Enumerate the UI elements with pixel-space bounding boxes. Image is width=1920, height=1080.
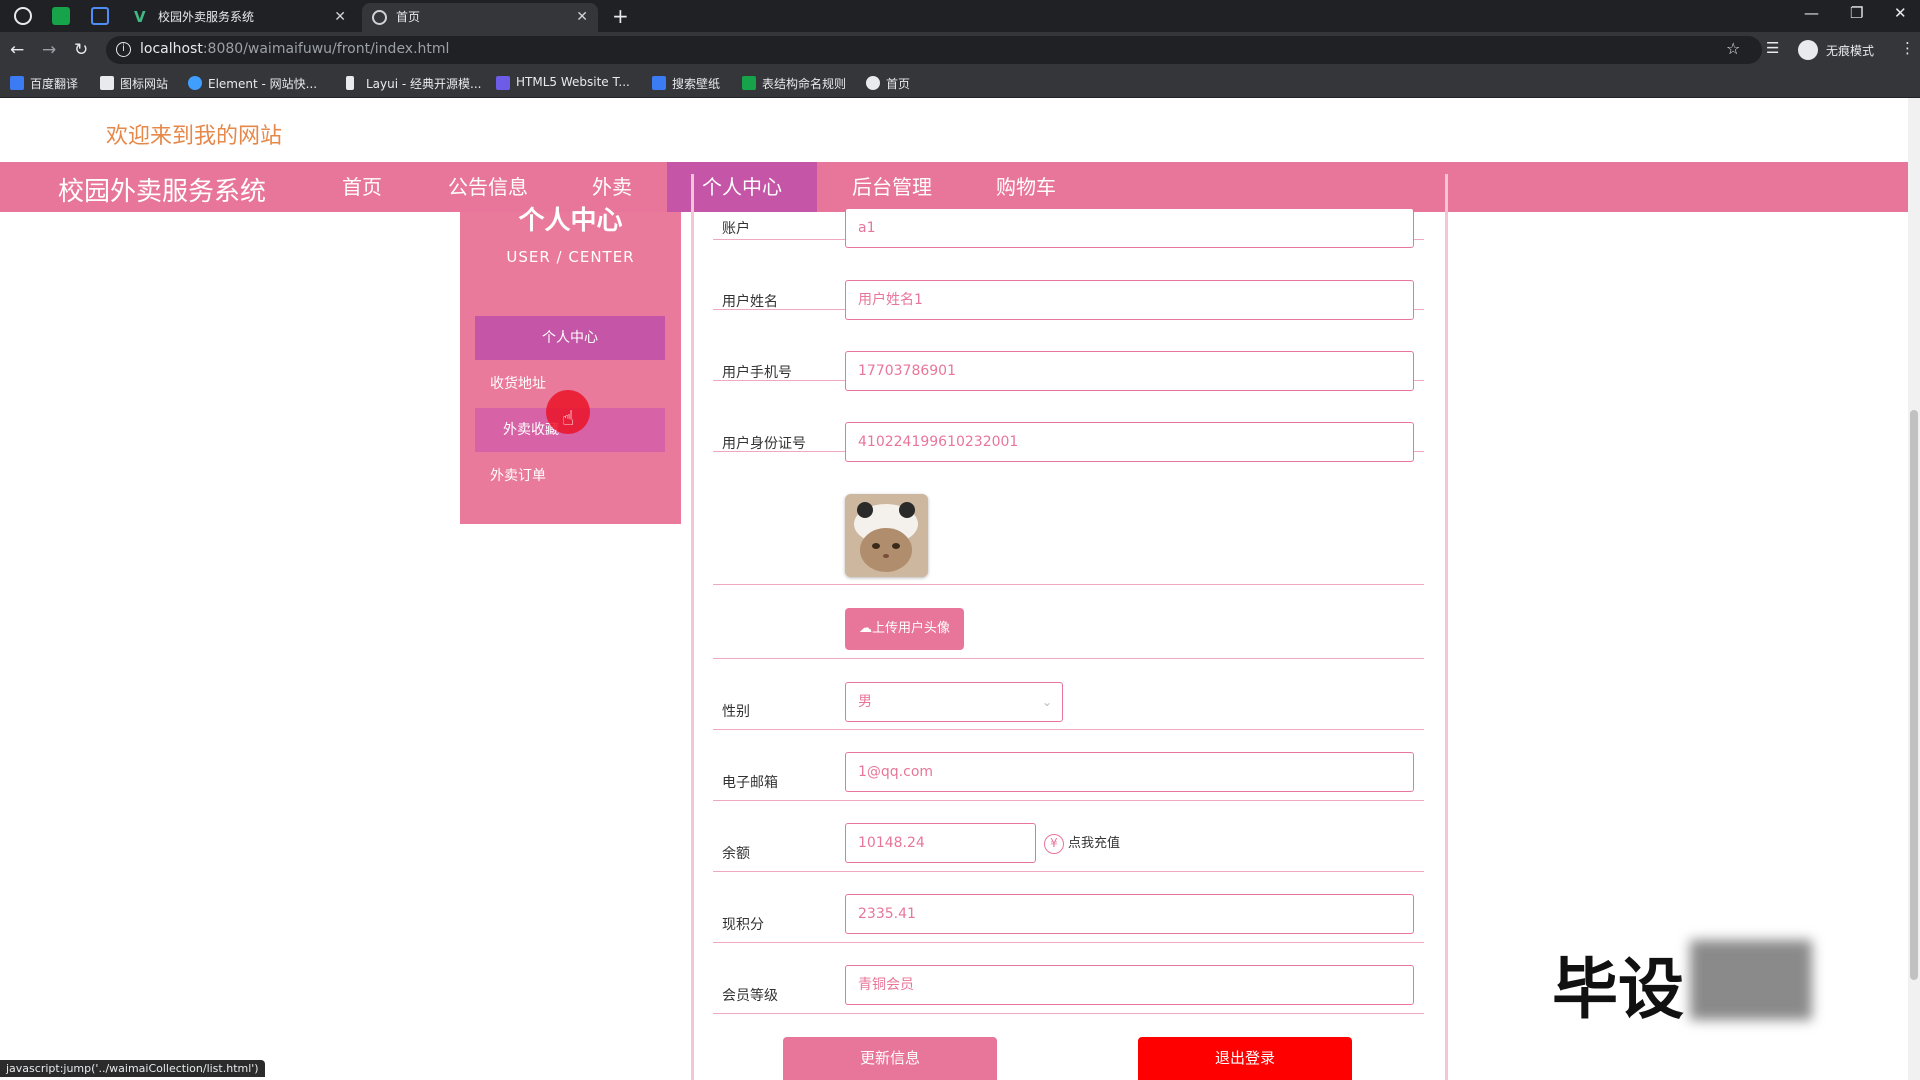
name-label: 用户姓名 xyxy=(722,294,778,310)
bookmark-item[interactable]: HTML5 Website T... xyxy=(496,75,630,90)
bookmark-item[interactable]: 表结构命名规则 xyxy=(742,75,846,92)
bookmark-item[interactable]: Layui - 经典开源模... xyxy=(346,75,481,92)
forward-icon[interactable]: → xyxy=(42,40,56,60)
flag-icon xyxy=(100,76,114,90)
tab-title: 首页 xyxy=(396,10,421,24)
translate-icon xyxy=(10,76,24,90)
sidebar-subtitle: USER / CENTER xyxy=(506,248,635,266)
points-label: 现积分 xyxy=(722,917,764,933)
bookmark-item[interactable]: 百度翻译 xyxy=(10,75,78,92)
table-icon xyxy=(742,76,756,90)
tab-home[interactable]: 首页 ✕ xyxy=(362,3,598,32)
browser-toolbar: ← → ↻ i localhost:8080/waimaifuwu/front/… xyxy=(0,32,1920,68)
email-field[interactable]: 1@qq.com xyxy=(845,752,1414,792)
restore-icon[interactable]: ❐ xyxy=(1850,4,1863,22)
upload-avatar-button[interactable]: ☁上传用户头像 xyxy=(845,608,964,650)
sidebar-item-user-center[interactable]: 个人中心 xyxy=(475,316,665,360)
reading-list-icon[interactable]: ☰ xyxy=(1766,39,1779,57)
html5-icon xyxy=(496,76,510,90)
level-label: 会员等级 xyxy=(722,988,778,1004)
balance-field[interactable]: 10148.24 xyxy=(845,823,1036,863)
user-avatar xyxy=(845,494,928,577)
phone-label: 用户手机号 xyxy=(722,365,792,381)
site-brand: 校园外卖服务系统 xyxy=(58,177,267,207)
bookmark-item[interactable]: 图标网站 xyxy=(100,75,168,92)
form-row-avatar xyxy=(713,452,1424,585)
layui-icon xyxy=(346,76,354,90)
bookmark-item[interactable]: 首页 xyxy=(866,75,910,92)
browser-status-bar: javascript:jump('../waimaiCollection/lis… xyxy=(0,1060,265,1077)
email-label: 电子邮箱 xyxy=(722,775,778,791)
incognito-icon xyxy=(1798,40,1818,60)
browser-tab-strip: V 校园外卖服务系统 ✕ 首页 ✕ + — ❐ ✕ xyxy=(0,0,1920,32)
logout-button[interactable]: 退出登录 xyxy=(1138,1037,1352,1080)
address-bar[interactable]: i localhost:8080/waimaifuwu/front/index.… xyxy=(106,36,1762,64)
user-center-sidebar: 个人中心 USER / CENTER 个人中心 收货地址 外卖收藏 外卖订单 xyxy=(460,206,681,524)
element-icon xyxy=(188,76,202,90)
hand-cursor-icon: ☝ xyxy=(562,406,575,430)
menu-icon[interactable]: ⋮ xyxy=(1900,39,1915,57)
globe-icon xyxy=(866,76,880,90)
close-icon[interactable]: ✕ xyxy=(334,3,346,32)
form-row-gender xyxy=(713,659,1424,730)
incognito-label[interactable]: 无痕模式 xyxy=(1826,42,1874,59)
recharge-link[interactable]: ¥ 点我充值 xyxy=(1044,832,1120,854)
reload-icon[interactable]: ↻ xyxy=(74,40,88,60)
bookmark-star-icon[interactable]: ☆ xyxy=(1726,39,1740,58)
gender-select[interactable]: 男 ⌄ xyxy=(845,682,1063,722)
idcard-label: 用户身份证号 xyxy=(722,436,806,452)
sidebar-item-orders[interactable]: 外卖订单 xyxy=(475,454,665,498)
welcome-text: 欢迎来到我的网站 xyxy=(106,124,283,149)
account-label: 账户 xyxy=(722,221,750,237)
tab-title: 校园外卖服务系统 xyxy=(158,10,255,24)
url-text: localhost:8080/waimaifuwu/front/index.ht… xyxy=(140,41,450,57)
chrome-icon[interactable] xyxy=(14,7,32,25)
chevron-down-icon: ⌄ xyxy=(1041,695,1052,709)
nav-home[interactable]: 首页 xyxy=(312,162,412,212)
gender-label: 性别 xyxy=(722,704,750,720)
sidebar-title: 个人中心 xyxy=(518,206,623,236)
balance-label: 余额 xyxy=(722,846,750,862)
tab-campus-system[interactable]: V 校园外卖服务系统 ✕ xyxy=(124,3,356,32)
globe-icon xyxy=(372,10,387,25)
bookmark-item[interactable]: Element - 网站快... xyxy=(188,75,317,92)
bookmark-item[interactable]: 搜索壁纸 xyxy=(652,75,720,92)
vue-icon: V xyxy=(134,8,146,26)
level-field[interactable]: 青铜会员 xyxy=(845,965,1414,1005)
calendar-icon[interactable] xyxy=(91,7,109,25)
form-row-upload xyxy=(713,585,1424,659)
watermark-blur xyxy=(1690,940,1812,1020)
back-icon[interactable]: ← xyxy=(10,40,24,60)
points-field[interactable]: 2335.41 xyxy=(845,894,1414,934)
watermark-text: 毕设 xyxy=(1552,951,1684,1028)
scrollbar-thumb[interactable] xyxy=(1910,410,1918,980)
cloud-upload-icon: ☁ xyxy=(858,621,872,636)
wallpaper-icon xyxy=(652,76,666,90)
bookmarks-bar: 百度翻译 图标网站 Element - 网站快... Layui - 经典开源模… xyxy=(0,68,1920,98)
new-tab-icon[interactable]: + xyxy=(612,4,629,28)
window-close-icon[interactable]: ✕ xyxy=(1894,4,1907,22)
info-icon[interactable]: i xyxy=(116,42,131,57)
minimize-icon[interactable]: — xyxy=(1804,4,1819,22)
yen-icon: ¥ xyxy=(1044,834,1064,854)
update-info-button[interactable]: 更新信息 xyxy=(783,1037,997,1080)
page-scrollbar[interactable] xyxy=(1908,98,1920,1080)
cat-avatar-icon xyxy=(845,494,928,577)
sheet-icon[interactable] xyxy=(52,7,70,25)
close-icon[interactable]: ✕ xyxy=(576,3,588,32)
page-viewport: 欢迎来到我的网站 校园外卖服务系统 首页 公告信息 外卖 个人中心 后台管理 购… xyxy=(0,98,1920,1080)
